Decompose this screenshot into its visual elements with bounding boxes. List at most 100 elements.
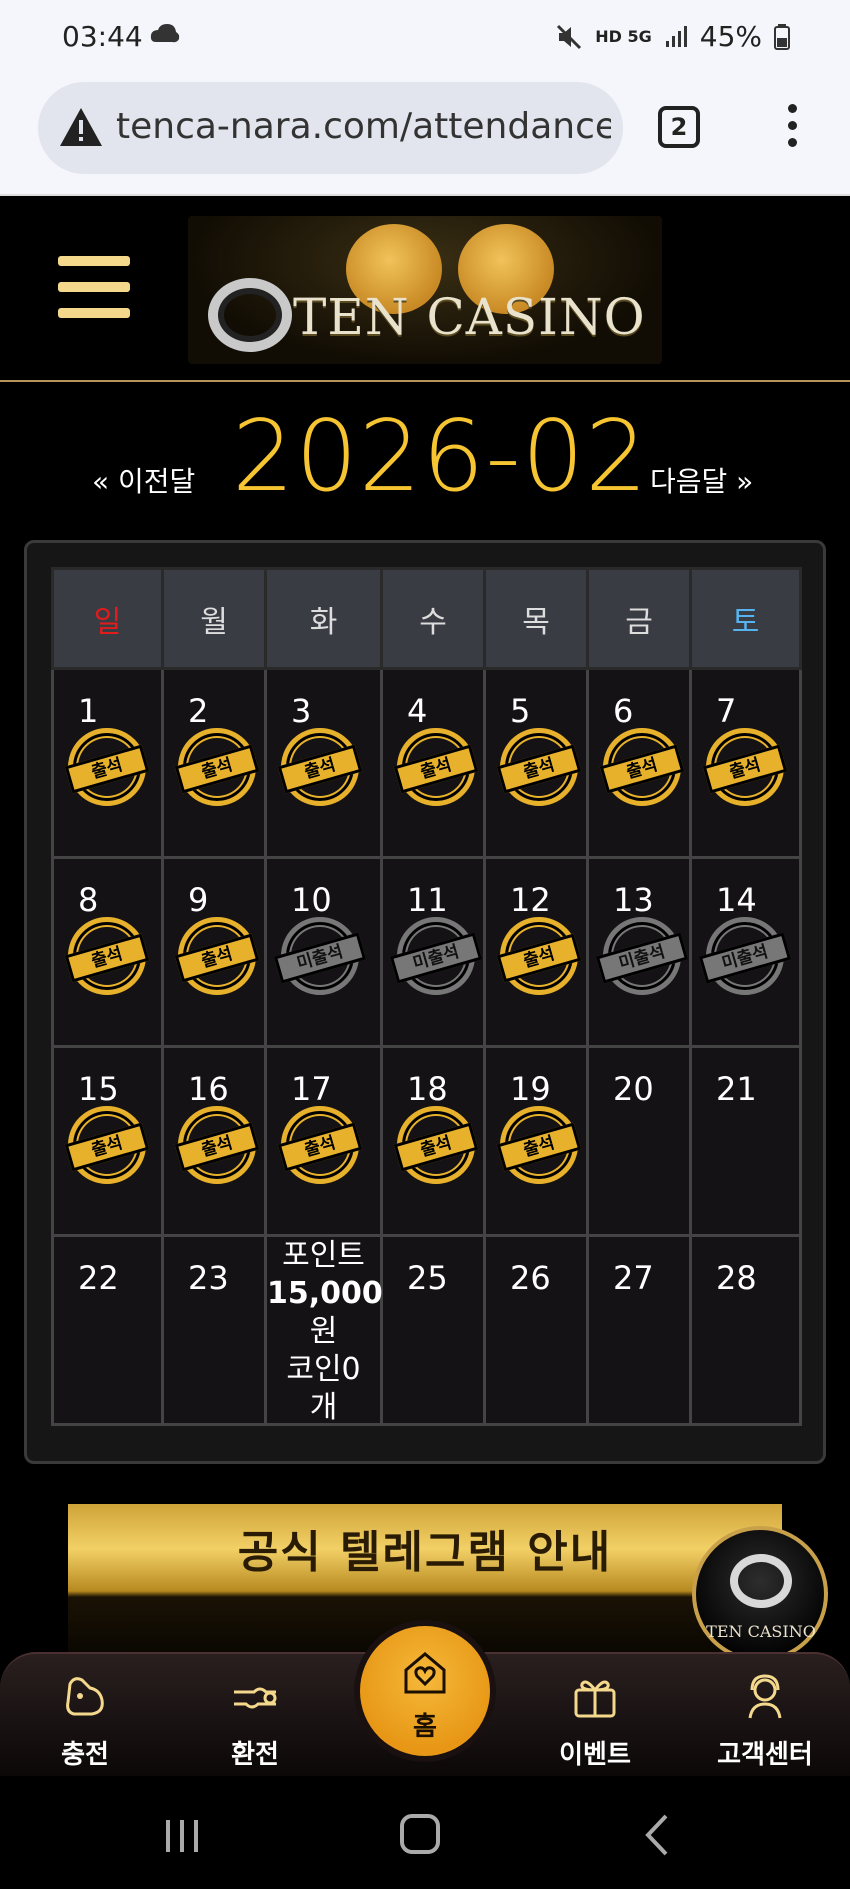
stamp-label: 출석	[64, 1122, 150, 1172]
calendar-day-cell[interactable]: 13 미출석	[586, 856, 692, 1048]
day-number: 18	[407, 1070, 448, 1108]
attendance-calendar: 일 월 화 수 목 금 토 1 출석 2 출석 3 출석 4 출석 5 출석 6 출석 7 출석 8 출석 9 출…	[24, 540, 826, 1464]
nav-exchange[interactable]: 환전	[180, 1654, 330, 1778]
nav-charge[interactable]: 충전	[10, 1654, 160, 1778]
stamp-label: 미출석	[389, 932, 483, 984]
status-bar: 03:44 HD 5G 45%	[0, 0, 850, 76]
browser-toolbar: tenca-nara.com/attendance2 2	[0, 76, 850, 196]
hamburger-menu-icon[interactable]	[58, 256, 130, 318]
calendar-day-cell[interactable]: 16 출석	[161, 1045, 267, 1237]
absent-stamp-icon: 미출석	[273, 917, 367, 995]
attendance-stamp-icon: 출석	[496, 1106, 582, 1184]
stamp-label: 출석	[393, 744, 479, 794]
reward-unit: 원	[309, 1314, 338, 1349]
absent-stamp-icon: 미출석	[389, 917, 483, 995]
calendar-day-cell[interactable]: 포인트 15,000 원 코인0 개	[264, 1234, 383, 1426]
calendar-day-cell[interactable]: 17 출석	[264, 1045, 383, 1237]
day-number: 11	[407, 881, 448, 919]
next-month-link[interactable]: 다음달 »	[650, 460, 753, 500]
day-number: 27	[613, 1259, 654, 1297]
calendar-day-cell[interactable]: 1 출석	[51, 667, 164, 859]
system-navigation-bar	[0, 1776, 850, 1889]
url-text[interactable]: tenca-nara.com/attendance2	[116, 106, 611, 147]
calendar-day-cell[interactable]: 3 출석	[264, 667, 383, 859]
day-number: 7	[716, 692, 737, 730]
calendar-day-cell[interactable]: 4 출석	[380, 667, 486, 859]
reward-coin-unit: 개	[309, 1390, 338, 1425]
menu-icon[interactable]	[788, 104, 798, 148]
nav-home[interactable]: 홈	[360, 1626, 490, 1756]
prev-month-link[interactable]: « 이전달	[92, 460, 195, 500]
calendar-day-cell[interactable]: 26	[483, 1234, 589, 1426]
day-number: 16	[188, 1070, 229, 1108]
calendar-day-cell[interactable]: 20	[586, 1045, 692, 1237]
battery-icon	[774, 23, 790, 50]
floating-logo-button[interactable]: TEN CASINO	[692, 1526, 828, 1662]
stamp-label: 미출석	[273, 932, 367, 984]
attendance-stamp-icon: 출석	[277, 728, 363, 806]
logo-ring-icon	[208, 278, 292, 352]
attendance-stamp-icon: 출석	[702, 728, 788, 806]
nav-support[interactable]: 고객센터	[690, 1654, 840, 1778]
banner-headline: 공식 텔레그램 안내	[237, 1527, 613, 1578]
nav-support-label: 고객센터	[717, 1740, 813, 1770]
day-number: 5	[510, 692, 531, 730]
calendar-day-cell[interactable]: 18 출석	[380, 1045, 486, 1237]
weekday-sat: 토	[689, 567, 802, 670]
clock: 03:44	[62, 20, 143, 53]
calendar-day-cell[interactable]: 7 출석	[689, 667, 802, 859]
calendar-day-cell[interactable]: 14 미출석	[689, 856, 802, 1048]
home-icon[interactable]	[390, 1810, 450, 1860]
calendar-day-cell[interactable]: 21	[689, 1045, 802, 1237]
reward-point-label: 포인트	[282, 1238, 365, 1273]
nav-event[interactable]: 이벤트	[520, 1654, 670, 1778]
calendar-day-cell[interactable]: 8 출석	[51, 856, 164, 1048]
current-month: 2026-02	[232, 400, 649, 514]
calendar-day-cell[interactable]: 10 미출석	[264, 856, 383, 1048]
calendar-day-cell[interactable]: 25	[380, 1234, 486, 1426]
stamp-label: 출석	[174, 1122, 260, 1172]
day-number: 10	[291, 881, 332, 919]
home-heart-icon	[404, 1652, 446, 1694]
floating-logo-text: TEN CASINO	[706, 1622, 816, 1641]
calendar-week-row: 1 출석 2 출석 3 출석 4 출석 5 출석 6 출석 7 출석	[51, 667, 802, 859]
charge-icon	[66, 1677, 104, 1716]
stamp-label: 출석	[64, 933, 150, 983]
day-number: 6	[613, 692, 634, 730]
day-number: 12	[510, 881, 551, 919]
calendar-day-cell[interactable]: 2 출석	[161, 667, 267, 859]
calendar-day-cell[interactable]: 6 출석	[586, 667, 692, 859]
calendar-day-cell[interactable]: 11 미출석	[380, 856, 486, 1048]
day-number: 28	[716, 1259, 757, 1297]
calendar-day-cell[interactable]: 9 출석	[161, 856, 267, 1048]
attendance-stamp-icon: 출석	[64, 917, 150, 995]
calendar-day-cell[interactable]: 15 출석	[51, 1045, 164, 1237]
back-icon[interactable]	[630, 1810, 690, 1860]
address-bar[interactable]: tenca-nara.com/attendance2	[38, 82, 623, 174]
calendar-table: 일 월 화 수 목 금 토 1 출석 2 출석 3 출석 4 출석 5 출석 6 출석 7 출석 8 출석 9 출…	[51, 567, 802, 1426]
day-number: 3	[291, 692, 312, 730]
calendar-day-cell[interactable]: 5 출석	[483, 667, 589, 859]
calendar-day-cell[interactable]: 12 출석	[483, 856, 589, 1048]
day-number: 8	[78, 881, 99, 919]
tab-switcher-button[interactable]: 2	[658, 106, 700, 148]
stamp-label: 출석	[702, 744, 788, 794]
weekday-sun: 일	[51, 567, 164, 670]
attendance-stamp-icon: 출석	[174, 728, 260, 806]
day-number: 19	[510, 1070, 551, 1108]
calendar-day-cell[interactable]: 27	[586, 1234, 692, 1426]
mute-icon	[557, 24, 582, 49]
calendar-week-row: 22 23 포인트 15,000 원 코인0 개 25 26 27 28	[51, 1234, 802, 1426]
stamp-label: 출석	[174, 744, 260, 794]
recent-apps-icon[interactable]	[152, 1810, 212, 1860]
day-number: 15	[78, 1070, 119, 1108]
site-logo[interactable]: TEN CASINO	[188, 216, 662, 364]
calendar-day-cell[interactable]: 28	[689, 1234, 802, 1426]
calendar-day-cell[interactable]: 19 출석	[483, 1045, 589, 1237]
warning-icon[interactable]	[58, 104, 104, 150]
attendance-stamp-icon: 출석	[496, 728, 582, 806]
day-number: 1	[78, 692, 99, 730]
site-header: TEN CASINO	[0, 196, 850, 382]
calendar-day-cell[interactable]: 23	[161, 1234, 267, 1426]
calendar-day-cell[interactable]: 22	[51, 1234, 164, 1426]
